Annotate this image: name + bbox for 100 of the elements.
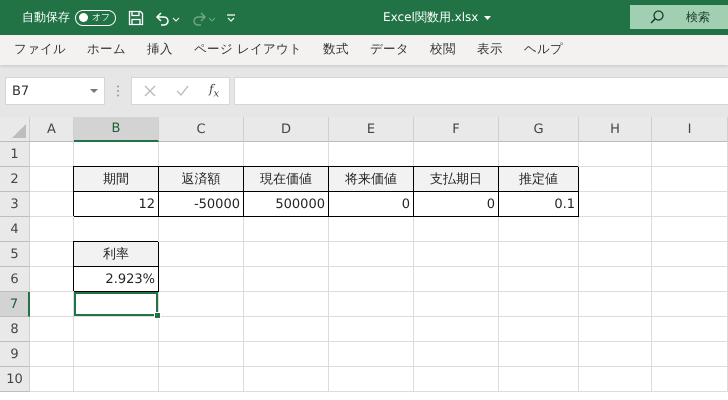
column-header[interactable]: B xyxy=(74,117,159,142)
table-cell[interactable] xyxy=(30,367,74,392)
table-cell[interactable] xyxy=(499,292,579,317)
table-cell[interactable] xyxy=(652,167,728,192)
autosave-toggle[interactable]: オフ xyxy=(75,10,116,26)
table-cell[interactable] xyxy=(499,267,579,292)
table-cell[interactable]: 2.923% xyxy=(74,267,159,292)
ribbon-tab[interactable]: ページ レイアウト xyxy=(194,36,302,64)
ribbon-tab[interactable]: データ xyxy=(370,36,409,64)
search-field[interactable]: 検索 xyxy=(630,5,728,29)
column-header[interactable]: F xyxy=(414,117,499,142)
table-cell[interactable] xyxy=(414,267,499,292)
table-cell[interactable] xyxy=(30,292,74,317)
table-cell[interactable] xyxy=(499,217,579,242)
table-cell[interactable] xyxy=(652,217,728,242)
row-header[interactable]: 4 xyxy=(0,217,30,242)
table-cell[interactable] xyxy=(499,342,579,367)
ribbon-tab[interactable]: ヘルプ xyxy=(524,36,563,64)
table-cell[interactable] xyxy=(244,292,329,317)
table-cell[interactable] xyxy=(652,242,728,267)
table-cell[interactable] xyxy=(244,242,329,267)
table-cell[interactable]: 0 xyxy=(329,192,414,217)
table-cell[interactable] xyxy=(579,292,652,317)
table-cell[interactable] xyxy=(579,317,652,342)
table-header-cell[interactable]: 利率 xyxy=(74,242,159,267)
table-cell[interactable]: 0 xyxy=(414,192,499,217)
table-cell[interactable] xyxy=(329,242,414,267)
table-header-cell[interactable]: 現在価値 xyxy=(244,167,329,192)
table-header-cell[interactable]: 支払期日 xyxy=(414,167,499,192)
table-cell[interactable] xyxy=(159,342,244,367)
row-header[interactable]: 1 xyxy=(0,142,30,167)
formula-input[interactable] xyxy=(234,77,728,105)
table-cell[interactable] xyxy=(159,217,244,242)
table-cell[interactable]: 12 xyxy=(74,192,159,217)
table-cell[interactable] xyxy=(499,367,579,392)
column-header[interactable]: A xyxy=(30,117,74,142)
table-cell[interactable] xyxy=(414,292,499,317)
ribbon-tab[interactable]: 数式 xyxy=(322,36,349,64)
table-cell[interactable] xyxy=(244,217,329,242)
table-cell[interactable] xyxy=(329,292,414,317)
column-header[interactable]: D xyxy=(244,117,329,142)
file-name[interactable]: Excel関数用.xlsx xyxy=(383,9,478,26)
column-header[interactable]: C xyxy=(159,117,244,142)
row-header[interactable]: 8 xyxy=(0,317,30,342)
table-cell[interactable] xyxy=(30,142,74,167)
table-cell[interactable] xyxy=(414,217,499,242)
table-cell[interactable] xyxy=(652,367,728,392)
table-cell[interactable] xyxy=(244,367,329,392)
table-cell[interactable] xyxy=(652,267,728,292)
table-cell[interactable] xyxy=(244,317,329,342)
enter-icon[interactable] xyxy=(176,85,189,97)
column-header[interactable]: G xyxy=(499,117,579,142)
ribbon-tab[interactable]: ファイル xyxy=(14,36,66,64)
table-cell[interactable] xyxy=(74,317,159,342)
select-all-icon[interactable] xyxy=(12,124,26,138)
table-cell[interactable] xyxy=(30,217,74,242)
table-cell[interactable] xyxy=(579,342,652,367)
table-cell[interactable] xyxy=(579,367,652,392)
table-cell[interactable] xyxy=(579,242,652,267)
table-cell[interactable] xyxy=(579,217,652,242)
table-cell[interactable] xyxy=(652,142,728,167)
ribbon-tab[interactable]: 表示 xyxy=(476,36,503,64)
table-cell[interactable] xyxy=(159,292,244,317)
save-icon[interactable] xyxy=(128,10,144,26)
table-cell[interactable] xyxy=(74,342,159,367)
caret-icon[interactable] xyxy=(484,16,492,20)
cancel-icon[interactable] xyxy=(144,85,156,97)
table-cell[interactable]: -50000 xyxy=(159,192,244,217)
insert-function-button[interactable]: f$_{x}$ xyxy=(209,82,220,100)
ribbon-tab[interactable]: 挿入 xyxy=(147,36,173,64)
table-cell[interactable] xyxy=(414,367,499,392)
row-header[interactable]: 6 xyxy=(0,267,30,292)
table-cell[interactable]: 0.1 xyxy=(499,192,579,217)
table-cell[interactable] xyxy=(74,367,159,392)
table-cell[interactable] xyxy=(329,342,414,367)
table-cell[interactable] xyxy=(30,317,74,342)
table-cell[interactable] xyxy=(499,242,579,267)
ribbon-tab[interactable]: ホーム xyxy=(87,36,126,64)
table-cell[interactable] xyxy=(30,342,74,367)
table-cell[interactable] xyxy=(159,267,244,292)
active-cell[interactable] xyxy=(74,292,159,317)
corner-header[interactable] xyxy=(0,117,30,142)
table-cell[interactable] xyxy=(652,192,728,217)
table-cell[interactable] xyxy=(579,267,652,292)
table-cell[interactable] xyxy=(579,192,652,217)
ribbon-tab[interactable]: 校閲 xyxy=(430,36,456,64)
table-cell[interactable] xyxy=(579,167,652,192)
table-cell[interactable] xyxy=(652,292,728,317)
table-cell[interactable]: 500000 xyxy=(244,192,329,217)
table-cell[interactable] xyxy=(414,317,499,342)
table-cell[interactable] xyxy=(329,367,414,392)
column-header[interactable]: I xyxy=(652,117,728,142)
customize-icon[interactable] xyxy=(226,12,236,22)
undo-icon[interactable] xyxy=(154,10,180,26)
table-cell[interactable] xyxy=(244,267,329,292)
table-cell[interactable] xyxy=(652,317,728,342)
table-cell[interactable] xyxy=(244,342,329,367)
table-header-cell[interactable]: 返済額 xyxy=(159,167,244,192)
table-cell[interactable] xyxy=(329,217,414,242)
table-header-cell[interactable]: 推定値 xyxy=(499,167,579,192)
